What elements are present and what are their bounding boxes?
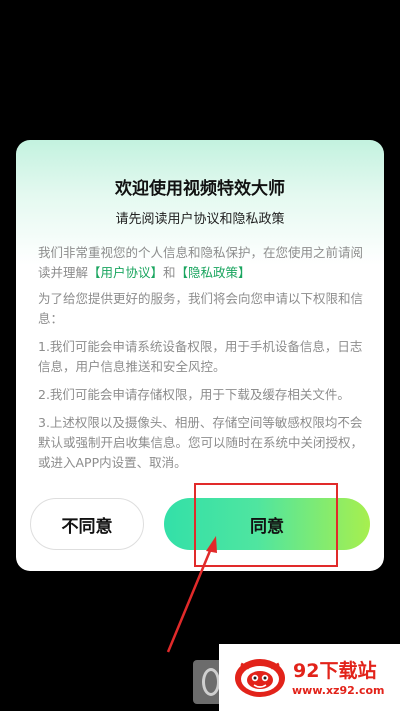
site-watermark: 92下载站 www.xz92.com — [219, 644, 400, 711]
watermark-url: www.xz92.com — [292, 684, 385, 697]
annotation-arrow-icon — [166, 536, 217, 653]
watermark-name: 92下载站 — [293, 660, 377, 682]
watermark-logo-icon — [235, 659, 285, 697]
